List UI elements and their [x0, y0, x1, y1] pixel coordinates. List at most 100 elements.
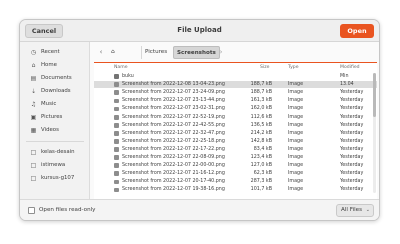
open-button[interactable]: Open	[340, 24, 374, 38]
file-modified: Yesterday	[340, 179, 364, 185]
file-modified: Yesterday	[340, 114, 364, 120]
image-file-icon	[114, 98, 119, 104]
breadcrumb-screenshots[interactable]: Screenshots	[173, 46, 220, 59]
sidebar-item-label: Pictures	[41, 114, 63, 120]
column-header-type[interactable]: Type	[288, 63, 299, 72]
scrollbar[interactable]	[373, 73, 376, 193]
file-name: Screenshot from 2022-12-07 22-08-09.png	[122, 155, 225, 160]
sidebar-item-label: Home	[41, 62, 57, 68]
file-type: Image	[288, 114, 304, 120]
chevron-right-icon[interactable]: ›	[216, 46, 226, 59]
file-size: 101,7 kB	[250, 187, 272, 193]
file-row[interactable]: Screenshot from 2022-12-08 13-04-23.png 1…	[94, 81, 377, 89]
file-row[interactable]: Screenshot from 2022-12-07 23-13-44.png 1…	[94, 97, 377, 104]
file-name: buku	[122, 74, 134, 79]
file-row[interactable]: Screenshot from 2022-12-07 23-24-09.png 1…	[94, 89, 377, 96]
image-file-icon	[114, 82, 119, 88]
file-modified: Yesterday	[340, 106, 364, 112]
sidebar-item-label: istimewa	[41, 162, 66, 168]
file-name: Screenshot from 2022-12-07 20-17-40.png	[122, 179, 225, 185]
file-modified: Yesterday	[340, 90, 364, 96]
video-icon: ▦	[30, 127, 37, 134]
file-size: 123,4 kB	[250, 155, 272, 160]
sidebar-item-pictures[interactable]: ▣ Pictures	[20, 111, 90, 124]
file-name: Screenshot from 2022-12-07 22-17-22.png	[122, 146, 225, 152]
image-file-icon	[114, 114, 119, 120]
picture-icon: ▣	[30, 114, 37, 121]
file-size: 188,7 kB	[250, 82, 272, 88]
file-row[interactable]: Screenshot from 2022-12-07 19-38-16.png 1…	[94, 186, 377, 193]
sidebar-item-label: kelas-desain	[41, 149, 75, 155]
file-size: 127,0 kB	[250, 163, 272, 169]
sidebar-item-documents[interactable]: ▤ Documents	[20, 72, 90, 85]
file-row[interactable]: Screenshot from 2022-12-07 22-00-00.png 1…	[94, 162, 377, 169]
clock-icon: ◷	[30, 49, 37, 56]
file-size: 188,7 kB	[250, 90, 272, 96]
folder-icon: □	[30, 149, 37, 156]
file-list: Name Size Type Modified buku Min Screensho…	[94, 62, 377, 199]
file-row[interactable]: Screenshot from 2022-12-07 22-52-19.png 1…	[94, 114, 377, 121]
readonly-label: Open files read-only	[39, 207, 96, 213]
file-modified: Yesterday	[340, 138, 364, 144]
sidebar-item-home[interactable]: ⌂ Home	[20, 59, 90, 72]
file-name: Screenshot from 2022-12-07 22-42-55.png	[122, 122, 225, 128]
readonly-checkbox[interactable]	[28, 207, 35, 214]
breadcrumb-master[interactable]: ⌂ master	[108, 46, 134, 68]
file-size: 83,4 kB	[253, 146, 272, 152]
file-type: Image	[288, 130, 304, 136]
file-name: Screenshot from 2022-12-07 22-32-47.png	[122, 130, 225, 136]
file-type: Image	[288, 163, 304, 169]
file-size: 287,3 kB	[250, 179, 272, 185]
file-type: Image	[288, 122, 304, 128]
folder-row[interactable]: buku Min	[94, 73, 377, 80]
sidebar-item-videos[interactable]: ▦ Videos	[20, 124, 90, 137]
footer-bar: Open files read-only All Files ⌄	[20, 199, 379, 220]
home-icon: ⌂	[31, 62, 36, 69]
file-row[interactable]: Screenshot from 2022-12-07 23-02-31.png 1…	[94, 105, 377, 112]
file-type: Image	[288, 98, 304, 104]
column-header-name[interactable]: Name	[114, 63, 128, 72]
file-row[interactable]: Screenshot from 2022-12-07 22-25-18.png 1…	[94, 138, 377, 145]
image-file-icon	[114, 90, 119, 96]
file-upload-dialog: Cancel File Upload Open ◷ Recent ⌂ Home …	[19, 19, 380, 221]
file-size: 214,2 kB	[250, 130, 272, 136]
file-row[interactable]: Screenshot from 2022-12-07 21-16-12.png 6…	[94, 170, 377, 177]
file-type: Image	[288, 146, 304, 152]
file-row[interactable]: Screenshot from 2022-12-07 20-17-40.png 2…	[94, 178, 377, 185]
sidebar-item-music[interactable]: ♫ Music	[20, 98, 90, 111]
sidebar-item-downloads[interactable]: ⇣ Downloads	[20, 85, 90, 98]
file-name: Screenshot from 2022-12-07 21-16-12.png	[122, 171, 225, 177]
column-header-modified[interactable]: Modified	[340, 63, 360, 72]
file-modified: Yesterday	[340, 130, 364, 136]
file-row[interactable]: Screenshot from 2022-12-07 22-17-22.png 8…	[94, 146, 377, 153]
file-type: Image	[288, 90, 304, 96]
file-size: 112,6 kB	[250, 114, 272, 120]
scrollbar-thumb[interactable]	[373, 73, 376, 117]
file-modified: Yesterday	[340, 187, 364, 193]
sidebar-item-label: Documents	[41, 75, 72, 81]
file-row[interactable]: Screenshot from 2022-12-07 22-42-55.png 1…	[94, 122, 377, 129]
file-row[interactable]: Screenshot from 2022-12-07 22-32-47.png 2…	[94, 130, 377, 137]
folder-icon: □	[30, 175, 37, 182]
file-name: Screenshot from 2022-12-07 22-25-18.png	[122, 138, 225, 144]
sidebar-item-kursus-g107[interactable]: □ kursus-g107	[20, 172, 90, 185]
sidebar-item-label: Videos	[41, 127, 59, 133]
image-file-icon	[114, 106, 119, 112]
chevron-left-icon[interactable]: ‹	[96, 46, 106, 59]
sidebar-item-recent[interactable]: ◷ Recent	[20, 46, 90, 59]
sidebar-item-label: kursus-g107	[41, 175, 75, 181]
file-row[interactable]: Screenshot from 2022-12-07 22-08-09.png 1…	[94, 154, 377, 161]
image-file-icon	[114, 179, 119, 185]
breadcrumb-pictures[interactable]: Pictures	[141, 46, 170, 59]
sidebar-item-kelas-desain[interactable]: □ kelas-desain	[20, 146, 90, 159]
image-file-icon	[114, 147, 119, 152]
image-file-icon	[114, 122, 119, 128]
sidebar-item-label: Downloads	[41, 88, 71, 94]
home-icon: ⌂	[111, 49, 115, 55]
file-filter-dropdown[interactable]: All Files ⌄	[336, 204, 374, 217]
filter-label: All Files	[341, 207, 362, 213]
image-file-icon	[114, 187, 119, 193]
sidebar-item-istimewa[interactable]: □ istimewa	[20, 159, 90, 172]
file-modified: Yesterday	[340, 163, 364, 169]
column-header-size[interactable]: Size	[260, 63, 269, 72]
